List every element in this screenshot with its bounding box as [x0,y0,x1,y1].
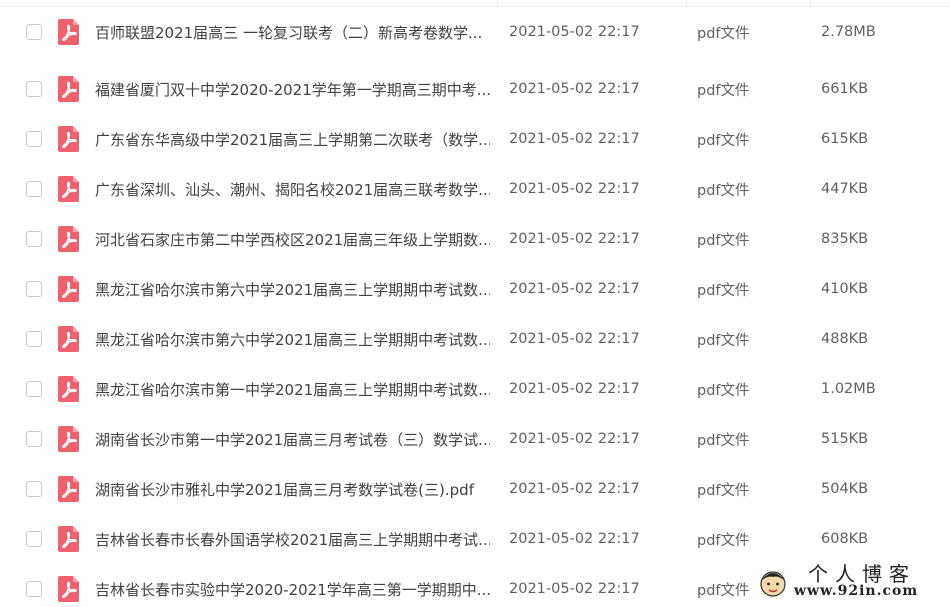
file-date: 2021-05-02 22:17 [509,531,640,547]
file-type: pdf文件 [697,82,750,99]
file-size: 488KB [821,331,869,347]
file-row[interactable]: 湖南省长沙市雅礼中学2021届高三月考数学试卷(三).pdf 2021-05-0… [0,464,950,514]
pdf-icon [58,126,79,152]
checkbox-icon[interactable] [26,81,42,97]
file-name[interactable]: 湖南省长沙市第一中学2021届高三月考试卷（三）数学试... [95,429,490,450]
file-name[interactable]: 吉林省长春市长春外国语学校2021届高三上学期期中考试... [95,529,490,550]
checkbox-icon[interactable] [26,181,42,197]
file-date: 2021-05-02 22:17 [509,331,640,347]
file-row[interactable]: 吉林省长春市长春外国语学校2021届高三上学期期中考试... 2021-05-0… [0,514,950,564]
pdf-icon [58,476,79,502]
checkbox-icon[interactable] [26,281,42,297]
file-size: 2.78MB [821,24,876,40]
file-name[interactable]: 河北省石家庄市第二中学西校区2021届高三年级上学期数... [95,229,490,250]
checkbox-icon[interactable] [26,231,42,247]
file-date: 2021-05-02 22:17 [509,581,640,597]
file-date: 2021-05-02 22:17 [509,131,640,147]
file-date: 2021-05-02 22:17 [509,381,640,397]
file-type: pdf文件 [697,132,750,149]
file-type: pdf文件 [697,582,750,599]
watermark-url: www.92in.com [794,583,919,599]
file-size: 447KB [821,181,869,197]
column-divider [810,0,811,7]
checkbox-icon[interactable] [26,531,42,547]
file-name[interactable]: 百师联盟2021届高三 一轮复习联考（二）新高考卷数学... [95,22,490,43]
file-size: 410KB [821,281,869,297]
file-name[interactable]: 广东省深圳、汕头、潮州、揭阳名校2021届高三联考数学... [95,179,490,200]
file-type: pdf文件 [697,282,750,299]
file-size: 504KB [821,481,869,497]
pdf-icon [58,19,79,45]
file-type: pdf文件 [697,25,750,42]
checkbox-icon[interactable] [26,431,42,447]
file-size: 661KB [821,81,869,97]
file-size: 1.02MB [821,381,876,397]
file-name[interactable]: 黑龙江省哈尔滨市第六中学2021届高三上学期期中考试数... [95,279,490,300]
file-type: pdf文件 [697,432,750,449]
pdf-icon [58,276,79,302]
file-row[interactable]: 广东省深圳、汕头、潮州、揭阳名校2021届高三联考数学... 2021-05-0… [0,164,950,214]
file-type: pdf文件 [697,482,750,499]
file-row[interactable]: 广东省东华高级中学2021届高三上学期第二次联考（数学... 2021-05-0… [0,114,950,164]
file-type: pdf文件 [697,382,750,399]
file-list: 百师联盟2021届高三 一轮复习联考（二）新高考卷数学... 2021-05-0… [0,0,950,607]
file-date: 2021-05-02 22:17 [509,281,640,297]
file-row[interactable]: 百师联盟2021届高三 一轮复习联考（二）新高考卷数学... 2021-05-0… [0,0,950,64]
file-row[interactable]: 河北省石家庄市第二中学西校区2021届高三年级上学期数... 2021-05-0… [0,214,950,264]
file-row[interactable]: 黑龙江省哈尔滨市第一中学2021届高三上学期期中考试数... 2021-05-0… [0,364,950,414]
pdf-icon [58,226,79,252]
file-type: pdf文件 [697,232,750,249]
file-date: 2021-05-02 22:17 [509,181,640,197]
file-name[interactable]: 黑龙江省哈尔滨市第六中学2021届高三上学期期中考试数... [95,329,490,350]
file-size: 608KB [821,531,869,547]
column-divider [497,0,498,7]
file-date: 2021-05-02 22:17 [509,24,640,40]
file-size: 615KB [821,131,869,147]
pdf-icon [58,326,79,352]
pdf-icon [58,176,79,202]
file-name[interactable]: 广东省东华高级中学2021届高三上学期第二次联考（数学... [95,129,490,150]
file-name[interactable]: 黑龙江省哈尔滨市第一中学2021届高三上学期期中考试数... [95,379,490,400]
file-type: pdf文件 [697,332,750,349]
file-date: 2021-05-02 22:17 [509,481,640,497]
column-divider [686,0,687,7]
file-type: pdf文件 [697,532,750,549]
file-date: 2021-05-02 22:17 [509,431,640,447]
file-size: 515KB [821,431,869,447]
file-row[interactable]: 黑龙江省哈尔滨市第六中学2021届高三上学期期中考试数... 2021-05-0… [0,314,950,364]
pdf-icon [58,526,79,552]
pdf-icon [58,76,79,102]
file-row[interactable]: 福建省厦门双十中学2020-2021学年第一学期高三期中考... 2021-05… [0,64,950,114]
checkbox-icon[interactable] [26,24,42,40]
checkbox-icon[interactable] [26,581,42,597]
pdf-icon [58,576,79,602]
watermark: 个人博客 www.92in.com [756,561,944,601]
checkbox-icon[interactable] [26,481,42,497]
file-type: pdf文件 [697,182,750,199]
file-date: 2021-05-02 22:17 [509,81,640,97]
pdf-icon [58,426,79,452]
file-name[interactable]: 福建省厦门双十中学2020-2021学年第一学期高三期中考... [95,79,490,100]
file-row[interactable]: 湖南省长沙市第一中学2021届高三月考试卷（三）数学试... 2021-05-0… [0,414,950,464]
pdf-icon [58,376,79,402]
file-row[interactable]: 黑龙江省哈尔滨市第六中学2021届高三上学期期中考试数... 2021-05-0… [0,264,950,314]
file-size: 835KB [821,231,869,247]
avatar-logo-icon [760,571,786,597]
checkbox-icon[interactable] [26,381,42,397]
file-date: 2021-05-02 22:17 [509,231,640,247]
file-name[interactable]: 湖南省长沙市雅礼中学2021届高三月考数学试卷(三).pdf [95,479,490,500]
checkbox-icon[interactable] [26,331,42,347]
checkbox-icon[interactable] [26,131,42,147]
file-name[interactable]: 吉林省长春市实验中学2020-2021学年高三第一学期期中... [95,579,490,600]
